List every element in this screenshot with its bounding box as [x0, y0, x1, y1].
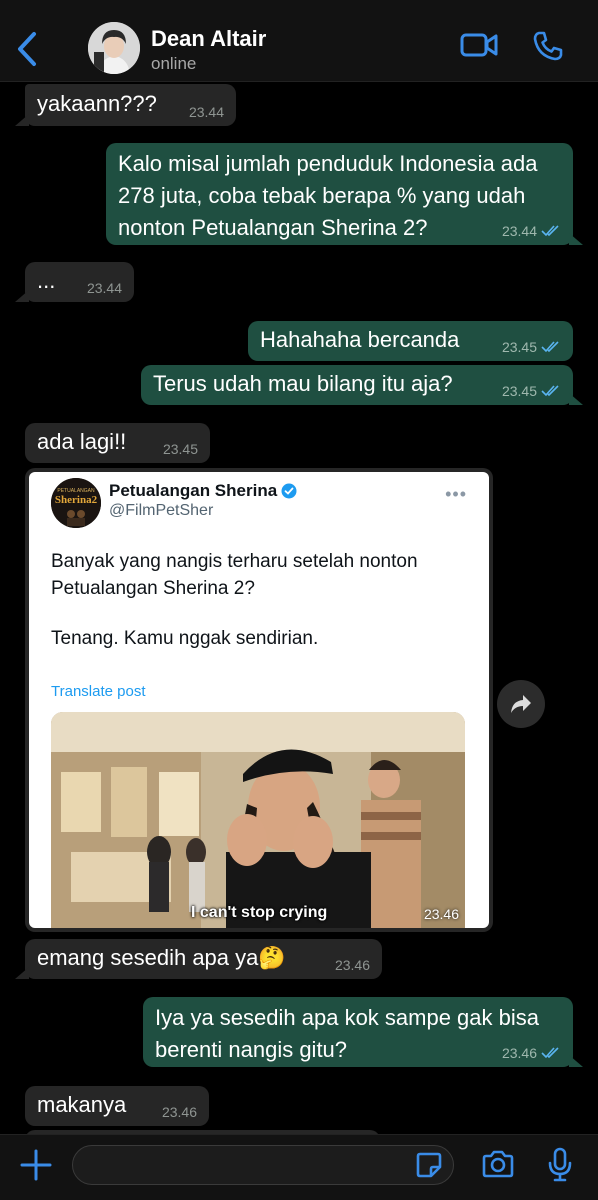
chat-area[interactable]: yakaann??? 23.44 Kalo misal jumlah pendu… — [0, 82, 598, 1134]
tweet-handle[interactable]: @FilmPetSher — [109, 502, 213, 520]
message-text: Hahahaha bercanda — [260, 327, 460, 352]
translate-post-link[interactable]: Translate post — [51, 683, 146, 700]
incoming-message[interactable]: emang sesedih apa ya🤔 23.46 — [15, 939, 382, 979]
phone-icon — [533, 31, 563, 61]
tweet-text: Tenang. Kamu nggak sendirian. — [51, 628, 319, 649]
avatar[interactable] — [88, 22, 140, 74]
incoming-message[interactable]: yakaann??? 23.44 — [15, 84, 236, 126]
message-time: 23.45 — [502, 339, 561, 355]
back-button[interactable] — [14, 30, 42, 68]
incoming-message[interactable]: makanya 23.46 — [25, 1086, 209, 1126]
message-text: ... — [37, 268, 56, 293]
sticker-icon — [416, 1152, 442, 1178]
avatar-title: Sherina2 — [55, 494, 98, 506]
message-time: 23.46 — [334, 957, 370, 973]
tweet-avatar[interactable]: PETUALANGAN Sherina2 — [51, 478, 101, 528]
message-text: emang sesedih apa ya🤔 — [37, 945, 286, 970]
message-time: 23.45 — [502, 383, 561, 399]
sticker-button[interactable] — [415, 1151, 443, 1184]
microphone-icon — [548, 1147, 572, 1182]
message-text: makanya — [37, 1092, 127, 1117]
incoming-message[interactable]: ada lagi!! 23.45 — [25, 423, 210, 463]
voice-message-button[interactable] — [547, 1147, 573, 1188]
shared-post-message[interactable]: PETUALANGAN Sherina2 Petualangan Sherina… — [25, 468, 493, 932]
message-time: 23.46 — [161, 1104, 197, 1120]
outgoing-message[interactable]: Hahahaha bercanda 23.45 — [248, 321, 573, 361]
tweet-card[interactable]: PETUALANGAN Sherina2 Petualangan Sherina… — [29, 472, 489, 928]
video-caption: I can't stop crying — [191, 904, 328, 921]
read-receipt-icon — [541, 1047, 559, 1059]
camera-button[interactable] — [481, 1149, 515, 1184]
read-receipt-icon — [541, 225, 559, 237]
chevron-left-icon — [18, 32, 36, 66]
message-text: Kalo misal jumlah penduduk Indonesia ada… — [118, 151, 538, 240]
message-text: yakaann??? — [37, 91, 157, 116]
read-receipt-icon — [541, 341, 559, 353]
video-call-button[interactable] — [460, 30, 498, 65]
message-time: 23.44 — [502, 223, 561, 239]
message-input[interactable] — [72, 1145, 454, 1185]
video-camera-icon — [460, 33, 498, 57]
message-text: Iya ya sesedih apa kok sampe gak bisa be… — [155, 1005, 540, 1062]
chat-header: Dean Altair online — [0, 0, 598, 82]
forward-button[interactable] — [497, 680, 545, 728]
message-time: 23.45 — [162, 441, 198, 457]
read-receipt-icon — [541, 385, 559, 397]
camera-icon — [482, 1150, 514, 1178]
forward-arrow-icon — [511, 695, 531, 713]
incoming-message[interactable]: ... 23.44 — [15, 262, 134, 302]
message-time: 23.44 — [86, 280, 122, 296]
contact-status: online — [151, 54, 197, 73]
tweet-text: Banyak yang nangis terharu setelah nonto… — [51, 551, 418, 599]
voice-call-button[interactable] — [532, 30, 564, 67]
outgoing-message[interactable]: Iya ya sesedih apa kok sampe gak bisa be… — [143, 997, 583, 1067]
message-text: Terus udah mau bilang itu aja? — [153, 371, 453, 396]
verified-badge-icon — [281, 483, 297, 499]
tweet-account-name[interactable]: Petualangan Sherina — [109, 481, 297, 501]
message-time: 23.44 — [188, 104, 224, 120]
outgoing-message[interactable]: Kalo misal jumlah penduduk Indonesia ada… — [106, 143, 583, 245]
message-time: 23.46 — [502, 1045, 561, 1061]
attach-button[interactable] — [19, 1148, 53, 1187]
more-options-icon[interactable]: ••• — [445, 484, 467, 505]
message-time: 23.46 — [423, 906, 459, 922]
plus-icon — [20, 1149, 52, 1181]
outgoing-message[interactable]: Terus udah mau bilang itu aja? 23.45 — [141, 365, 583, 405]
tweet-video[interactable]: I can't stop crying 23.46 — [51, 712, 465, 928]
contact-name[interactable]: Dean Altair — [151, 26, 266, 52]
message-composer — [0, 1134, 598, 1200]
message-text: ada lagi!! — [37, 429, 127, 454]
